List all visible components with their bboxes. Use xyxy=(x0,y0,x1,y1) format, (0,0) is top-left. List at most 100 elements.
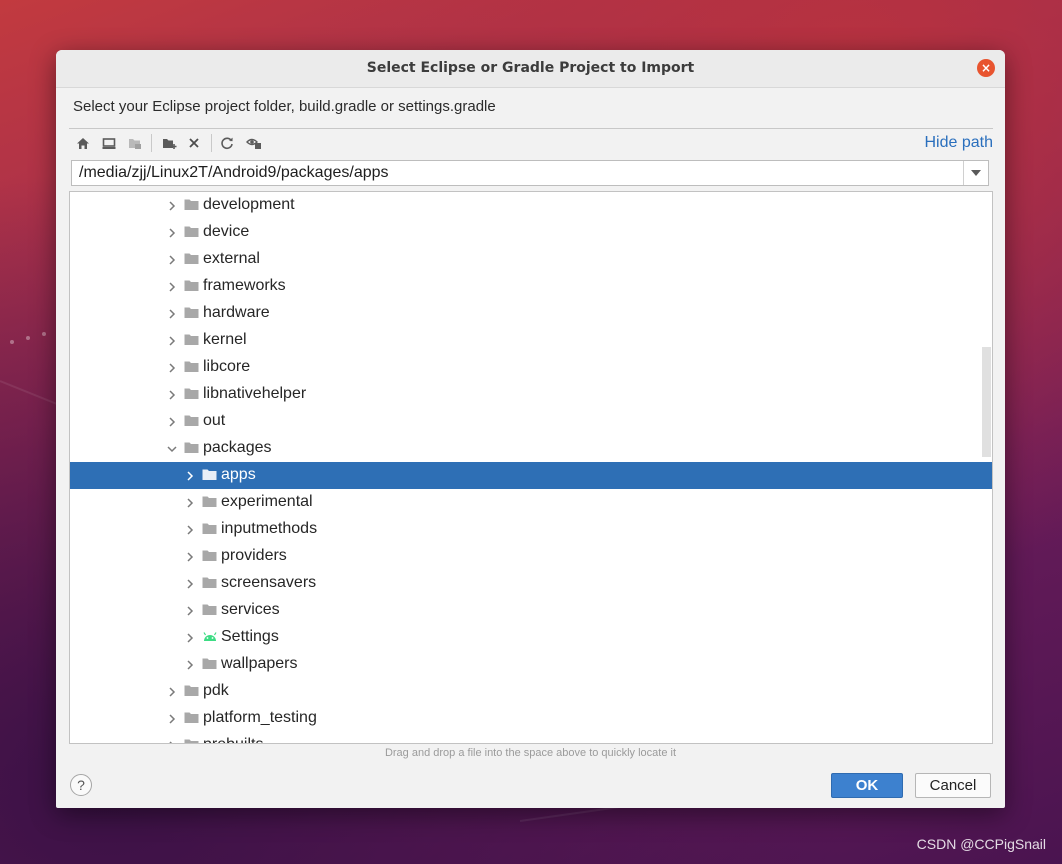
watermark: CSDN @CCPigSnail xyxy=(916,836,1046,852)
chevron-right-icon[interactable] xyxy=(166,226,178,238)
new-folder-icon[interactable] xyxy=(158,132,180,154)
chevron-right-icon[interactable] xyxy=(166,685,178,697)
refresh-icon[interactable] xyxy=(216,132,238,154)
drag-drop-hint: Drag and drop a file into the space abov… xyxy=(384,747,677,759)
folder-icon xyxy=(184,441,199,454)
tree-row[interactable]: kernel xyxy=(70,327,992,354)
tree-row[interactable]: Settings xyxy=(70,624,992,651)
chevron-right-icon[interactable] xyxy=(166,361,178,373)
chevron-right-icon[interactable] xyxy=(166,415,178,427)
show-hidden-icon[interactable] xyxy=(243,132,265,154)
tree-row[interactable]: out xyxy=(70,408,992,435)
tree-row-label: device xyxy=(203,223,250,240)
tree-row[interactable]: wallpapers xyxy=(70,651,992,678)
chevron-right-icon[interactable] xyxy=(166,253,178,265)
tree-row-label: prebuilts xyxy=(203,736,263,743)
folder-icon xyxy=(184,225,199,238)
folder-icon xyxy=(202,657,217,670)
chevron-right-icon[interactable] xyxy=(184,469,196,481)
tree-row-label: inputmethods xyxy=(221,520,318,537)
divider xyxy=(69,128,993,129)
ok-button[interactable]: OK xyxy=(831,773,903,798)
tree-row[interactable]: external xyxy=(70,246,992,273)
chevron-right-icon[interactable] xyxy=(166,334,178,346)
wallpaper-dot xyxy=(26,336,30,340)
chevron-right-icon[interactable] xyxy=(184,631,196,643)
folder-icon xyxy=(184,414,199,427)
delete-icon[interactable] xyxy=(183,132,205,154)
toolbar-separator xyxy=(211,134,212,152)
tree-row-label: libnativehelper xyxy=(203,385,307,402)
tree-row-label: platform_testing xyxy=(203,709,317,726)
dialog-title: Select Eclipse or Gradle Project to Impo… xyxy=(366,60,695,76)
help-button[interactable]: ? xyxy=(70,774,92,796)
tree-row[interactable]: experimental xyxy=(70,489,992,516)
wallpaper-dot xyxy=(10,340,14,344)
tree-row[interactable]: apps xyxy=(70,462,992,489)
dialog-titlebar[interactable]: Select Eclipse or Gradle Project to Impo… xyxy=(56,50,1005,88)
folder-icon xyxy=(184,684,199,697)
cancel-button[interactable]: Cancel xyxy=(915,773,991,798)
desktop-icon[interactable] xyxy=(98,132,120,154)
folder-icon xyxy=(202,495,217,508)
tree-row-label: hardware xyxy=(203,304,270,321)
wallpaper-dot xyxy=(42,332,46,336)
chevron-down-icon[interactable] xyxy=(963,161,988,185)
folder-icon xyxy=(202,576,217,589)
folder-icon xyxy=(184,198,199,211)
folder-icon xyxy=(184,711,199,724)
directory-tree[interactable]: development device external frameworks hardw… xyxy=(69,191,993,744)
tree-row-label: packages xyxy=(203,439,272,456)
tree-row-label: wallpapers xyxy=(221,655,298,672)
folder-icon xyxy=(202,522,217,535)
tree-row[interactable]: hardware xyxy=(70,300,992,327)
tree-row[interactable]: device xyxy=(70,219,992,246)
android-icon xyxy=(202,630,217,643)
hide-path-link[interactable]: Hide path xyxy=(925,134,994,152)
tree-row-label: frameworks xyxy=(203,277,286,294)
folder-icon xyxy=(184,738,199,743)
tree-row[interactable]: providers xyxy=(70,543,992,570)
tree-row[interactable]: inputmethods xyxy=(70,516,992,543)
tree-row[interactable]: libcore xyxy=(70,354,992,381)
chevron-right-icon[interactable] xyxy=(184,658,196,670)
tree-row-label: Settings xyxy=(221,628,279,645)
chevron-right-icon[interactable] xyxy=(184,604,196,616)
chevron-right-icon[interactable] xyxy=(166,712,178,724)
chevron-right-icon[interactable] xyxy=(166,307,178,319)
tree-row[interactable]: pdk xyxy=(70,678,992,705)
import-project-dialog: Select Eclipse or Gradle Project to Impo… xyxy=(56,50,1005,808)
chevron-right-icon[interactable] xyxy=(184,577,196,589)
chevron-down-icon[interactable] xyxy=(166,442,178,454)
chevron-right-icon[interactable] xyxy=(184,496,196,508)
tree-row[interactable]: frameworks xyxy=(70,273,992,300)
tree-row-label: providers xyxy=(221,547,287,564)
tree-row-label: kernel xyxy=(203,331,247,348)
close-button[interactable]: × xyxy=(977,59,995,77)
tree-row[interactable]: platform_testing xyxy=(70,705,992,732)
tree-row[interactable]: development xyxy=(70,192,992,219)
home-icon[interactable] xyxy=(72,132,94,154)
chevron-right-icon[interactable] xyxy=(166,280,178,292)
path-input[interactable]: /media/zjj/Linux2T/Android9/packages/app… xyxy=(79,164,389,182)
path-combobox[interactable]: /media/zjj/Linux2T/Android9/packages/app… xyxy=(71,160,989,186)
tree-row-label: screensavers xyxy=(221,574,317,591)
toolbar-separator xyxy=(151,134,152,152)
folder-icon xyxy=(184,333,199,346)
chevron-right-icon[interactable] xyxy=(166,388,178,400)
chevron-right-icon[interactable] xyxy=(166,199,178,211)
chevron-right-icon[interactable] xyxy=(166,739,178,743)
tree-row[interactable]: libnativehelper xyxy=(70,381,992,408)
tree-row[interactable]: screensavers xyxy=(70,570,992,597)
chevron-right-icon[interactable] xyxy=(184,550,196,562)
chevron-right-icon[interactable] xyxy=(184,523,196,535)
folder-icon xyxy=(184,360,199,373)
folder-icon xyxy=(184,306,199,319)
tree-row-label: services xyxy=(221,601,280,618)
tree-row[interactable]: packages xyxy=(70,435,992,462)
tree-row[interactable]: services xyxy=(70,597,992,624)
tree-row-label: experimental xyxy=(221,493,313,510)
project-folder-icon[interactable] xyxy=(124,132,146,154)
tree-row-label: apps xyxy=(221,466,256,483)
tree-row[interactable]: prebuilts xyxy=(70,732,992,743)
